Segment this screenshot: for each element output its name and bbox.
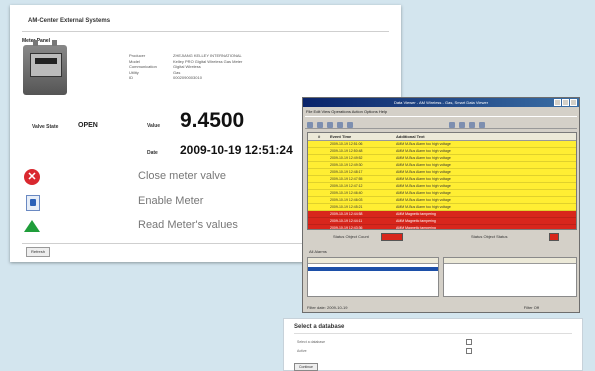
value-label: Value: [147, 123, 161, 129]
details-pane[interactable]: [443, 257, 577, 297]
table-row[interactable]: 2009-10-19 12:46:40 AMM M-Bus Alarm too h…: [308, 190, 576, 197]
divider: [294, 333, 572, 334]
table-row[interactable]: 2009-10-19 12:47:55 AMM M-Bus Alarm too h…: [308, 176, 576, 183]
table-row[interactable]: 2009-10-19 12:45:21 AMM M-Bus Alarm too h…: [308, 204, 576, 211]
divider: [22, 31, 389, 32]
settings-icon[interactable]: [479, 122, 486, 128]
status-left-label: Status Object Count: [333, 234, 369, 239]
close-valve-button[interactable]: Close meter valve: [138, 170, 226, 182]
database-field-label: Select a database: [297, 340, 326, 344]
date-label: Date: [147, 150, 158, 156]
status-bar-right: Filter Off: [523, 305, 539, 310]
table-row[interactable]: 2009-10-19 12:47:12 AMM M-Bus Alarm too h…: [308, 183, 576, 190]
active-checkbox[interactable]: [466, 348, 472, 354]
device-list-pane[interactable]: [307, 257, 439, 297]
meter-value: 9.4500: [180, 109, 245, 132]
table-row[interactable]: 2009-10-19 12:50:48 AMM M-Bus Alarm too h…: [308, 148, 576, 155]
tab-all-alarms[interactable]: All Alarms: [309, 249, 327, 254]
filter-icon[interactable]: [337, 122, 343, 128]
sort-icon[interactable]: [449, 122, 456, 128]
database-checkbox[interactable]: [466, 339, 472, 345]
continue-button[interactable]: Continue: [294, 363, 318, 371]
find-icon[interactable]: [347, 122, 353, 128]
table-row[interactable]: 2009-10-19 12:44:58 AMM Magnetic tamperin…: [308, 211, 576, 218]
gas-meter-image: [23, 40, 67, 95]
status-right-label: Status Object Status: [471, 234, 508, 239]
active-field-label: Active: [297, 349, 307, 353]
toolbar: [305, 116, 577, 129]
read-values-icon[interactable]: [24, 220, 40, 232]
close-valve-icon[interactable]: ✕: [24, 169, 40, 185]
table-header: # Event Time Additional Text: [308, 133, 576, 141]
valve-state-label: Valve State: [32, 124, 59, 130]
forward-icon[interactable]: [317, 122, 323, 128]
table-row[interactable]: 2009-10-19 12:44:11 AMM Magnetic tamperin…: [308, 218, 576, 225]
print-icon[interactable]: [469, 122, 476, 128]
log-window-title: Data Viewer - AM Wireless - Gas, Smart D…: [303, 98, 579, 107]
meter-info: Producer ZHEJIANG KELLEY INTERNATIONAL Mo…: [129, 53, 243, 80]
table-row[interactable]: 2009-10-19 12:46:03 AMM M-Bus Alarm too h…: [308, 197, 576, 204]
enable-meter-button[interactable]: Enable Meter: [138, 195, 203, 207]
enable-meter-icon[interactable]: [26, 195, 40, 211]
status-right-box: [549, 233, 559, 241]
meter-date: 2009-10-19 12:51:24: [180, 143, 293, 157]
table-row[interactable]: 2009-10-19 12:49:30 AMM M-Bus Alarm too h…: [308, 162, 576, 169]
maximize-icon[interactable]: [562, 99, 569, 106]
table-row[interactable]: 2009-10-19 12:48:17 AMM M-Bus Alarm too h…: [308, 169, 576, 176]
refresh-icon[interactable]: [327, 122, 333, 128]
menu-bar[interactable]: File Edit View Operations Action Options…: [306, 109, 387, 114]
database-window: Select a database Select a database Acti…: [283, 318, 583, 371]
back-icon[interactable]: [307, 122, 313, 128]
minimize-icon[interactable]: [554, 99, 561, 106]
valve-state-value: OPEN: [78, 122, 98, 129]
table-row[interactable]: 2009-10-19 12:49:52 AMM M-Bus Alarm too h…: [308, 155, 576, 162]
database-title: Select a database: [294, 324, 345, 330]
log-viewer-window: Data Viewer - AM Wireless - Gas, Smart D…: [302, 97, 580, 313]
close-icon[interactable]: [570, 99, 577, 106]
export-icon[interactable]: [459, 122, 466, 128]
refresh-button[interactable]: Refresh: [26, 247, 50, 257]
status-left-box: [381, 233, 403, 241]
read-values-button[interactable]: Read Meter's values: [138, 219, 238, 231]
meter-window-title: AM-Center External Systems: [28, 18, 111, 24]
table-row[interactable]: 2009-10-19 12:51:06 AMM M-Bus Alarm too h…: [308, 141, 576, 148]
alarm-table: # Event Time Additional Text 2009-10-19 …: [307, 132, 577, 230]
table-row[interactable]: 2009-10-19 12:43:36 AMM Magnetic tamperin…: [308, 225, 576, 229]
status-bar-left: Filter date: 2009-10-19: [307, 305, 348, 310]
